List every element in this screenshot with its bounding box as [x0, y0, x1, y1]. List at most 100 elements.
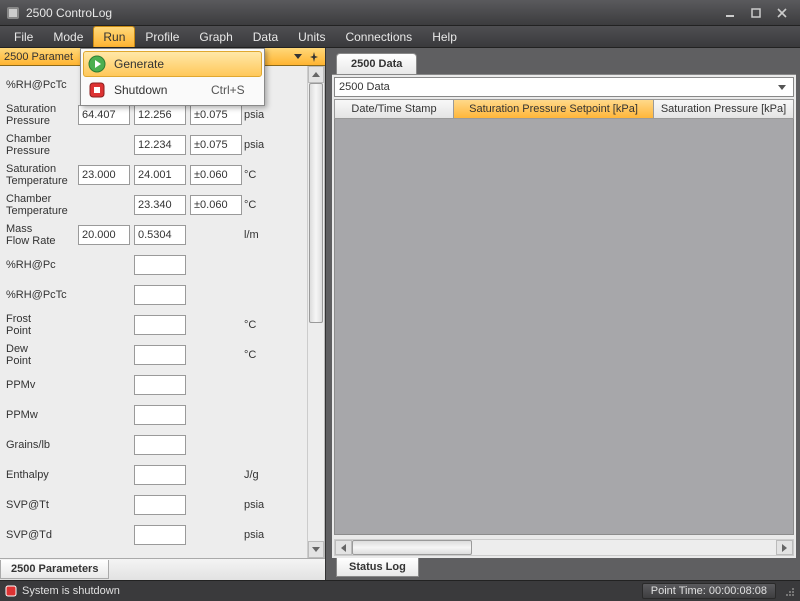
param-input[interactable] [134, 525, 186, 545]
scroll-down-button[interactable] [308, 541, 324, 558]
param-input[interactable] [134, 345, 186, 365]
column-header[interactable]: Saturation Pressure [kPa] [654, 99, 794, 119]
data-grid-header: Date/Time StampSaturation Pressure Setpo… [334, 99, 794, 119]
param-input[interactable] [134, 315, 186, 335]
close-button[interactable] [770, 4, 794, 22]
param-input[interactable] [78, 165, 130, 185]
data-grid-body[interactable] [334, 119, 794, 535]
param-input[interactable] [190, 195, 242, 215]
param-input[interactable] [134, 195, 186, 215]
scroll-track[interactable] [308, 83, 324, 541]
param-input[interactable] [134, 375, 186, 395]
menu-connections[interactable]: Connections [335, 26, 422, 47]
param-row: Grains/lb [0, 430, 307, 460]
scroll-thumb-h[interactable] [352, 540, 472, 555]
param-row: SVP@Ttpsia [0, 490, 307, 520]
param-unit: °C [242, 319, 270, 331]
param-input[interactable] [134, 135, 186, 155]
run-menu-dropdown: Generate ShutdownCtrl+S [80, 48, 265, 106]
param-label: %RH@PcTc [6, 79, 78, 91]
scroll-thumb[interactable] [309, 83, 323, 323]
menu-mode[interactable]: Mode [43, 26, 93, 47]
column-header[interactable]: Date/Time Stamp [334, 99, 454, 119]
scroll-left-button[interactable] [335, 540, 352, 555]
param-input[interactable] [134, 255, 186, 275]
parameters-scrollbar[interactable] [307, 66, 324, 558]
param-input[interactable] [134, 165, 186, 185]
param-input[interactable] [134, 105, 186, 125]
run-menu-shutdown[interactable]: ShutdownCtrl+S [83, 77, 262, 103]
data-source-value: 2500 Data [339, 81, 390, 93]
point-time-chip: Point Time: 00:00:08:08 [642, 583, 776, 599]
param-label: MassFlow Rate [6, 223, 78, 247]
param-input[interactable] [78, 225, 130, 245]
parameters-panel-body: %RH@PcTc SaturationPressure psia ChamberPre… [0, 66, 325, 558]
menu-profile[interactable]: Profile [135, 26, 189, 47]
menu-run[interactable]: Run [93, 26, 135, 47]
minimize-button[interactable] [718, 4, 742, 22]
param-row: EnthalpyJ/g [0, 460, 307, 490]
param-row: %RH@Pc [0, 250, 307, 280]
param-label: %RH@PcTc [6, 289, 78, 301]
param-row: DewPoint°C [0, 340, 307, 370]
panel-dropdown-icon[interactable] [291, 50, 305, 64]
status-text: System is shutdown [22, 585, 120, 597]
work-area: 2500 Paramet %RH@PcTc SaturationPressure p… [0, 48, 800, 580]
menu-help[interactable]: Help [422, 26, 467, 47]
statuslog-footer-tabs: Status Log [332, 558, 800, 580]
param-input[interactable] [134, 285, 186, 305]
param-label: ChamberPressure [6, 133, 78, 157]
scroll-up-button[interactable] [308, 66, 324, 83]
data-area: 2500 Data Date/Time StampSaturation Pres… [332, 74, 796, 558]
param-label: SaturationPressure [6, 103, 78, 127]
param-label: %RH@Pc [6, 259, 78, 271]
param-label: PPMv [6, 379, 78, 391]
data-scrollbar-horizontal[interactable] [334, 539, 794, 556]
param-row: %RH@PcTc [0, 280, 307, 310]
scroll-track-h[interactable] [352, 540, 776, 555]
param-row: PPMw [0, 400, 307, 430]
menu-units[interactable]: Units [288, 26, 335, 47]
window-title: 2500 ControLog [26, 6, 716, 20]
param-input[interactable] [134, 495, 186, 515]
param-input[interactable] [78, 105, 130, 125]
data-source-combo[interactable]: 2500 Data [334, 77, 794, 97]
menu-graph[interactable]: Graph [189, 26, 242, 47]
status-bar: System is shutdown Point Time: 00:00:08:… [0, 580, 800, 600]
menu-item-label: Generate [114, 57, 211, 71]
parameters-panel-title: 2500 Paramet [4, 51, 73, 63]
parameters-tab[interactable]: 2500 Parameters [0, 560, 109, 579]
run-menu-generate[interactable]: Generate [83, 51, 262, 77]
maximize-button[interactable] [744, 4, 768, 22]
statuslog-tab[interactable]: Status Log [336, 558, 419, 577]
param-input[interactable] [190, 165, 242, 185]
param-input[interactable] [134, 405, 186, 425]
param-unit: psia [242, 139, 270, 151]
menu-data[interactable]: Data [243, 26, 288, 47]
title-bar: 2500 ControLog [0, 0, 800, 26]
param-label: FrostPoint [6, 313, 78, 337]
param-unit: psia [242, 109, 270, 121]
param-unit: l/m [242, 229, 270, 241]
stop-icon [4, 584, 18, 598]
pin-icon[interactable] [307, 50, 321, 64]
scroll-right-button[interactable] [776, 540, 793, 555]
param-unit: °C [242, 199, 270, 211]
param-input[interactable] [134, 435, 186, 455]
point-time-label: Point Time: [651, 585, 706, 597]
data-tab[interactable]: 2500 Data [336, 53, 417, 74]
param-input[interactable] [134, 465, 186, 485]
param-unit: psia [242, 499, 270, 511]
param-label: PPMw [6, 409, 78, 421]
param-unit: °C [242, 169, 270, 181]
column-header[interactable]: Saturation Pressure Setpoint [kPa] [454, 99, 654, 119]
parameters-footer-tabs: 2500 Parameters [0, 558, 325, 580]
param-input[interactable] [134, 225, 186, 245]
param-label: DewPoint [6, 343, 78, 367]
param-row: PPMv [0, 370, 307, 400]
resize-grip-icon[interactable] [782, 584, 796, 598]
param-label: SaturationTemperature [6, 163, 78, 187]
menu-file[interactable]: File [4, 26, 43, 47]
param-input[interactable] [190, 135, 242, 155]
param-input[interactable] [190, 105, 242, 125]
